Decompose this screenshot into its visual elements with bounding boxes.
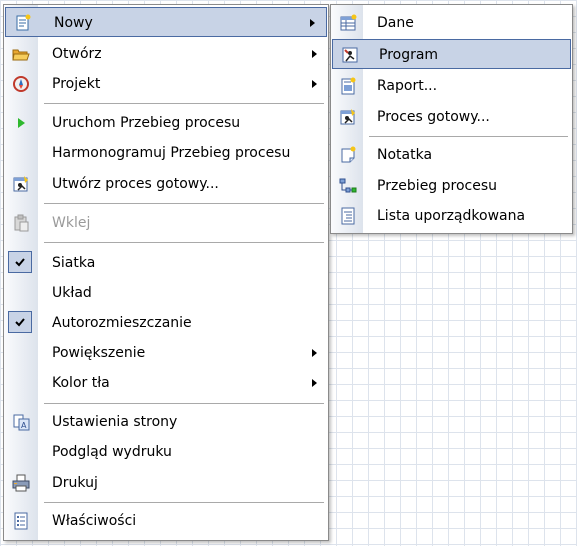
open-folder-icon [12, 45, 30, 63]
menu-item-wlasciwosci[interactable]: Właściwości [4, 506, 328, 536]
menu-item-label: Podgląd wydruku [52, 444, 172, 460]
paste-icon [12, 214, 30, 232]
menu-item-projekt[interactable]: Projekt [4, 69, 328, 99]
menu-item-label: Harmonogramuj Przebieg procesu [52, 145, 291, 161]
menu-item-label: Drukuj [52, 475, 98, 491]
menu-item-label: Powiększenie [52, 345, 146, 361]
process-flow-icon [339, 177, 357, 195]
menu-item-autorozmieszczanie[interactable]: Autorozmieszczanie [4, 308, 328, 338]
menu-item-siatka[interactable]: Siatka [4, 248, 328, 278]
menu-item-label: Siatka [52, 255, 96, 271]
menu-item-label: Dane [377, 15, 414, 31]
menu-item-label: Otwórz [52, 46, 102, 62]
menu-item-kolor-tla[interactable]: Kolor tła [4, 368, 328, 398]
separator [44, 103, 324, 104]
menu-item-otworz[interactable]: Otwórz [4, 39, 328, 69]
program-icon [341, 46, 359, 64]
separator [369, 136, 568, 137]
menu-item-powiekszenie[interactable]: Powiększenie [4, 338, 328, 368]
submenu-arrow-icon [312, 349, 317, 357]
submenu-item-notatka[interactable]: Notatka [331, 140, 572, 170]
menu-item-label: Układ [52, 285, 92, 301]
submenu-arrow-icon [312, 80, 317, 88]
ordered-list-icon [339, 207, 357, 225]
menu-item-label: Przebieg procesu [377, 178, 498, 194]
submenu-arrow-icon [310, 19, 315, 27]
menu-item-label: Ustawienia strony [52, 414, 178, 430]
separator [44, 242, 324, 243]
menu-item-label: Program [379, 47, 439, 63]
menu-item-utworz-proces[interactable]: Utwórz proces gotowy... [4, 169, 328, 199]
menu-item-label: Kolor tła [52, 375, 110, 391]
menu-item-uruchom[interactable]: Uruchom Przebieg procesu [4, 108, 328, 138]
ready-process-icon [339, 108, 357, 126]
page-setup-icon: A [12, 413, 30, 431]
menu-item-nowy[interactable]: Nowy [5, 7, 327, 37]
menu-item-label: Autorozmieszczanie [52, 315, 192, 331]
menu-item-ustawienia-strony[interactable]: A Ustawienia strony [4, 407, 328, 437]
properties-icon [12, 512, 30, 530]
separator [44, 502, 324, 503]
new-submenu: Dane Program Raport... Proces gotowy... … [330, 4, 573, 234]
report-icon [339, 77, 357, 95]
context-menu: Nowy Otwórz Projekt Uruchom Przebieg pro… [3, 4, 329, 541]
create-ready-process-icon [12, 175, 30, 193]
submenu-arrow-icon [312, 379, 317, 387]
checkmark-icon [8, 311, 32, 333]
menu-item-wklej[interactable]: Wklej [4, 208, 328, 238]
menu-item-podglad-wydruku[interactable]: Podgląd wydruku [4, 437, 328, 467]
printer-icon [12, 474, 30, 492]
menu-item-label: Właściwości [52, 513, 137, 529]
note-icon [339, 146, 357, 164]
checkmark-icon [8, 251, 32, 273]
menu-item-label: Projekt [52, 76, 101, 92]
menu-item-label: Uruchom Przebieg procesu [52, 115, 241, 131]
submenu-item-dane[interactable]: Dane [331, 8, 572, 38]
menu-item-label: Raport... [377, 78, 438, 94]
submenu-item-przebieg-procesu[interactable]: Przebieg procesu [331, 171, 572, 201]
menu-item-label: Nowy [54, 15, 93, 31]
submenu-arrow-icon [312, 50, 317, 58]
menu-item-drukuj[interactable]: Drukuj [4, 468, 328, 498]
data-table-icon [339, 14, 357, 32]
separator [44, 203, 324, 204]
project-compass-icon [12, 75, 30, 93]
menu-item-uklad[interactable]: Układ [4, 278, 328, 308]
menu-item-label: Utwórz proces gotowy... [52, 176, 219, 192]
menu-item-label: Notatka [377, 147, 433, 163]
menu-item-label: Wklej [52, 215, 91, 231]
play-icon [12, 114, 30, 132]
submenu-item-program[interactable]: Program [332, 39, 571, 69]
separator [44, 403, 324, 404]
new-document-icon [14, 14, 32, 32]
menu-item-label: Proces gotowy... [377, 109, 490, 125]
menu-item-label: Lista uporządkowana [377, 208, 526, 224]
menu-item-harmonogramuj[interactable]: Harmonogramuj Przebieg procesu [4, 138, 328, 168]
submenu-item-proces-gotowy[interactable]: Proces gotowy... [331, 102, 572, 132]
submenu-item-raport[interactable]: Raport... [331, 71, 572, 101]
svg-text:A: A [21, 421, 27, 430]
submenu-item-lista-uporzadkowana[interactable]: Lista uporządkowana [331, 201, 572, 231]
